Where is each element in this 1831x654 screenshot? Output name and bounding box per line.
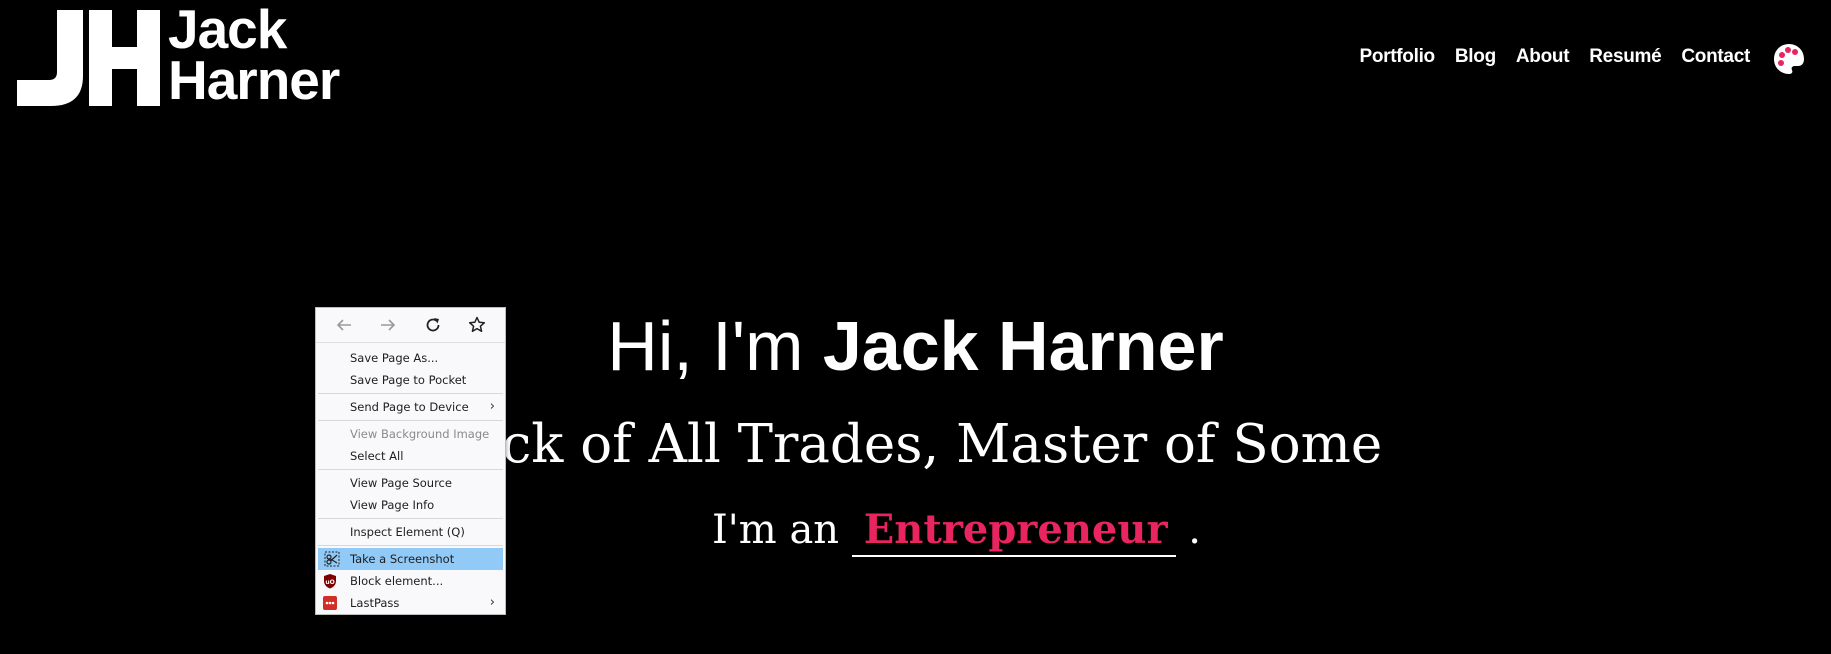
nav-contact[interactable]: Contact: [1681, 46, 1750, 68]
back-icon: [336, 319, 352, 331]
menu-item-label: View Background Image: [350, 427, 490, 441]
reload-icon: [426, 318, 440, 332]
submenu-arrow-icon: ›: [489, 399, 495, 414]
screenshot-scissors-icon: [324, 551, 340, 567]
reload-button[interactable]: [411, 310, 455, 340]
menu-take-screenshot[interactable]: Take a Screenshot: [318, 548, 503, 570]
submenu-arrow-icon: ›: [489, 595, 495, 610]
lastpass-icon: [323, 596, 337, 610]
palette-icon[interactable]: [1772, 42, 1806, 76]
menu-inspect-element[interactable]: Inspect Element (Q): [316, 521, 505, 543]
jh-monogram-logo: [17, 10, 160, 106]
menu-divider: [318, 420, 503, 421]
logo-first-name: Jack: [168, 0, 287, 60]
forward-button[interactable]: [366, 310, 410, 340]
ublock-shield-icon: uO: [324, 574, 336, 589]
menu-item-label: Save Page As...: [350, 351, 439, 365]
menu-view-page-source[interactable]: View Page Source: [316, 472, 505, 494]
logo-last-name: Harner: [168, 49, 340, 111]
menu-save-page-as[interactable]: Save Page As...: [316, 347, 505, 369]
back-button[interactable]: [322, 310, 366, 340]
main-nav: Portfolio Blog About Resumé Contact: [1359, 46, 1750, 68]
menu-item-label: Inspect Element (Q): [350, 525, 465, 539]
nav-blog[interactable]: Blog: [1455, 46, 1496, 68]
hero-title: Hi, I'm Jack Harner: [0, 306, 1831, 386]
menu-lastpass[interactable]: LastPass ›: [316, 592, 505, 614]
menu-item-label: Send Page to Device: [350, 400, 469, 414]
nav-about[interactable]: About: [1516, 46, 1570, 68]
bookmark-star-icon: [468, 316, 485, 333]
hero-name: Jack Harner: [822, 307, 1224, 385]
context-menu: Save Page As... Save Page to Pocket Send…: [315, 307, 506, 615]
bookmark-button[interactable]: [455, 310, 499, 340]
menu-send-page-to-device[interactable]: Send Page to Device ›: [316, 396, 505, 418]
menu-divider: [318, 469, 503, 470]
menu-divider: [318, 545, 503, 546]
menu-item-label: Select All: [350, 449, 404, 463]
forward-icon: [381, 319, 396, 331]
hero-role-line: I'm an Entrepreneur .: [712, 506, 1201, 557]
menu-item-label: LastPass: [350, 596, 400, 610]
menu-view-background-image: View Background Image: [316, 423, 505, 445]
role-word: Entrepreneur: [851, 506, 1176, 557]
menu-select-all[interactable]: Select All: [316, 445, 505, 467]
menu-block-element[interactable]: uO Block element...: [316, 570, 505, 592]
menu-item-label: View Page Source: [350, 476, 452, 490]
menu-item-label: Block element...: [350, 574, 444, 588]
menu-divider: [318, 393, 503, 394]
menu-item-label: View Page Info: [350, 498, 435, 512]
nav-resume[interactable]: Resumé: [1589, 46, 1661, 68]
role-prefix: I'm an: [712, 507, 852, 553]
nav-portfolio[interactable]: Portfolio: [1359, 46, 1435, 68]
hero-greeting: Hi, I'm: [607, 307, 823, 385]
svg-text:uO: uO: [325, 579, 334, 586]
menu-save-to-pocket[interactable]: Save Page to Pocket: [316, 369, 505, 391]
menu-view-page-info[interactable]: View Page Info: [316, 494, 505, 516]
hero-tagline: Jack of All Trades, Master of Some: [448, 414, 1383, 475]
logo-name: Jack Harner: [168, 0, 340, 111]
context-menu-navigation: [316, 308, 505, 343]
menu-item-label: Take a Screenshot: [350, 552, 455, 566]
menu-divider: [318, 518, 503, 519]
site-logo[interactable]: Jack Harner: [17, 2, 340, 108]
menu-item-label: Save Page to Pocket: [350, 373, 467, 387]
role-suffix: .: [1175, 507, 1201, 553]
